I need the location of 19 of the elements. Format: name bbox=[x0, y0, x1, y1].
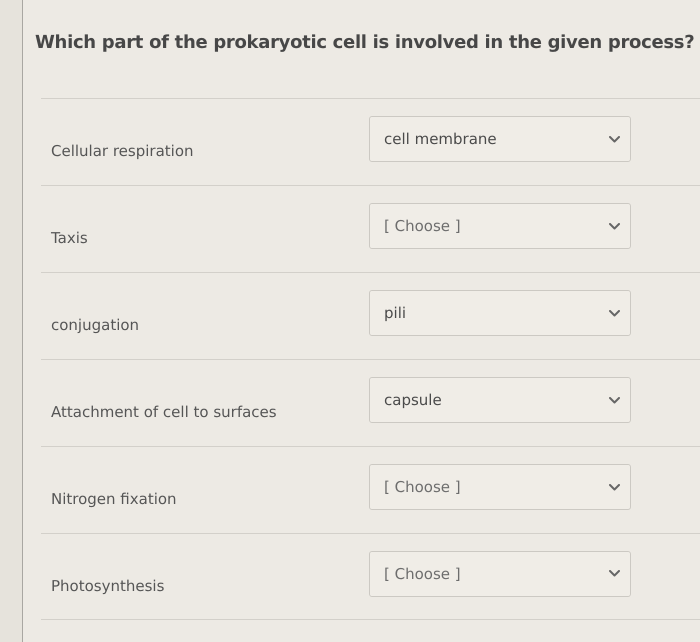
process-label: Nitrogen fixation bbox=[50, 490, 178, 508]
answer-dropdown[interactable]: pili bbox=[369, 290, 631, 336]
process-label: Taxis bbox=[50, 229, 89, 247]
chevron-down-icon bbox=[609, 222, 620, 230]
chevron-down-icon bbox=[609, 484, 620, 490]
chevron-down-icon bbox=[609, 310, 620, 316]
chevron-down-icon bbox=[609, 396, 620, 404]
process-label: Cellular respiration bbox=[50, 142, 194, 160]
answer-dropdown[interactable]: [ Choose ] bbox=[369, 550, 631, 596]
question-title: Which part of the prokaryotic cell is involved in the given process? bbox=[34, 31, 696, 55]
process-label: Attachment of cell to surfaces bbox=[50, 403, 278, 421]
answer-dropdown[interactable]: [ Choose ] bbox=[369, 203, 631, 249]
process-label: Photosynthesis bbox=[50, 576, 166, 594]
process-label: conjugation bbox=[50, 316, 140, 334]
chevron-down-icon bbox=[609, 570, 620, 577]
answer-dropdown[interactable]: [ Choose ] bbox=[369, 464, 631, 510]
answer-dropdown[interactable]: cell membrane bbox=[369, 116, 631, 162]
answer-dropdown[interactable]: capsule bbox=[369, 377, 631, 423]
chevron-down-icon bbox=[609, 136, 620, 142]
